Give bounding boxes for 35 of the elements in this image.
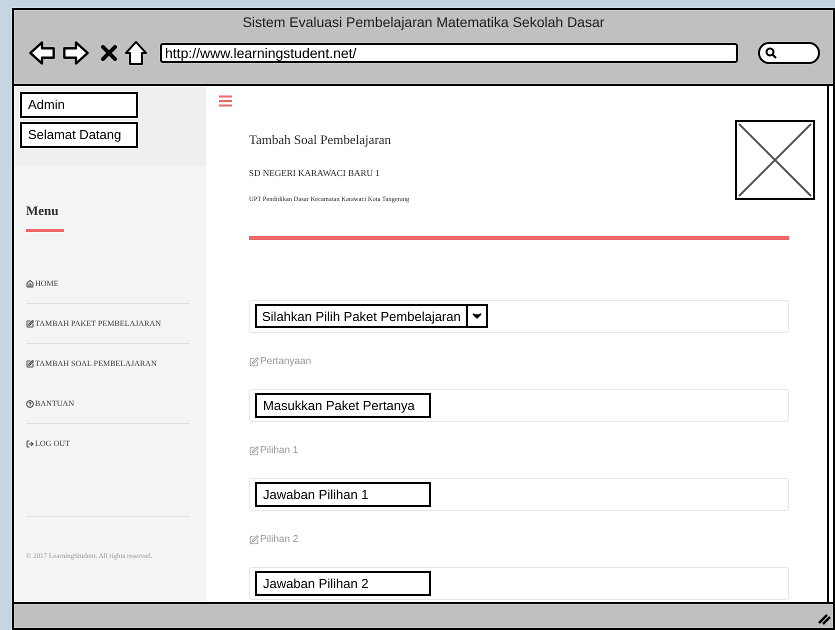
menu-icon[interactable]: [219, 95, 232, 107]
menu-link[interactable]: LOG OUT: [26, 438, 70, 450]
close-icon[interactable]: [100, 44, 118, 62]
home-icon: [26, 280, 34, 288]
field-label: Pilihan 1: [249, 444, 789, 458]
menu-link[interactable]: TAMBAH SOAL PEMBELAJARAN: [26, 358, 157, 370]
menu-link[interactable]: TAMBAH PAKET PEMBELAJARAN: [26, 318, 162, 330]
menu-link[interactable]: HOME: [26, 278, 59, 290]
window-title: Sistem Evaluasi Pembelajaran Matematika Sekolah Dasar: [242, 15, 606, 29]
field-label: Pertanyaan: [249, 354, 789, 369]
menu-heading: Menu: [26, 204, 60, 217]
edit-icon: [26, 360, 34, 368]
answer-field[interactable]: Jawaban Pilihan 1: [255, 482, 431, 507]
address-field[interactable]: http://www.learningstudent.net/: [160, 43, 738, 63]
search-field[interactable]: [758, 42, 820, 64]
answer-field[interactable]: Jawaban Pilihan 2: [255, 570, 431, 596]
menu-link[interactable]: BANTUAN: [26, 398, 74, 410]
user-label: Admin: [20, 92, 138, 118]
resize-grip-icon[interactable]: [817, 611, 831, 625]
package-dropdown[interactable]: Silahkan Pilih Paket Pembelajaran: [255, 304, 488, 328]
search-icon: [765, 47, 777, 59]
field-label: Pilihan 2: [249, 532, 789, 547]
edit-icon: [249, 534, 259, 545]
answer-field[interactable]: Masukkan Paket Pertanya: [255, 392, 431, 418]
edit-icon: [249, 446, 259, 456]
home-icon[interactable]: [124, 40, 148, 66]
user-label: Selamat Datang: [20, 122, 138, 148]
page-title: Tambah Soal Pembelajaran: [249, 131, 392, 149]
school-name: SD NEGERI KARAWACI BARU 1: [249, 166, 381, 180]
forward-arrow-icon[interactable]: [62, 39, 90, 67]
help-icon: [26, 400, 34, 408]
logout-icon: [26, 440, 34, 448]
edit-icon: [249, 356, 259, 367]
back-arrow-icon[interactable]: [28, 39, 56, 67]
edit-icon: [26, 320, 34, 328]
